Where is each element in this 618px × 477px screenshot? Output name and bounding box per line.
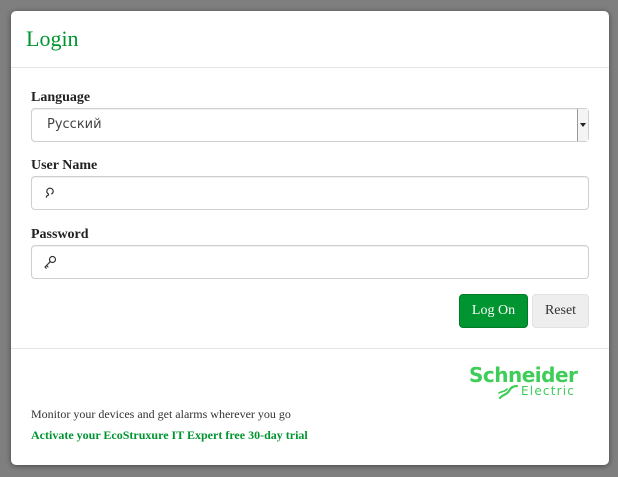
username-label: User Name — [31, 158, 98, 173]
password-field[interactable] — [31, 245, 589, 279]
trial-activation-link[interactable]: Activate your EcoStruxure IT Expert free… — [31, 428, 308, 442]
dialog-header: Login — [11, 11, 609, 68]
language-select[interactable]: Русский — [31, 108, 589, 142]
logo-subtext: Electric — [521, 384, 576, 398]
dialog-footer: Schneider Electric Monitor your devices … — [11, 349, 609, 464]
key-icon — [42, 254, 58, 270]
language-label: Language — [31, 90, 91, 105]
login-dialog: Login Language Русский User Name Passwor… — [11, 11, 609, 465]
language-selected-value: Русский — [47, 117, 102, 132]
username-field[interactable] — [31, 176, 589, 210]
schneider-electric-logo: Schneider Electric — [469, 364, 587, 400]
login-form: Language Русский User Name Password Log … — [11, 68, 609, 349]
user-icon — [42, 185, 58, 201]
log-on-button[interactable]: Log On — [459, 294, 528, 328]
chevron-down-icon[interactable] — [577, 109, 588, 141]
reset-button[interactable]: Reset — [532, 294, 589, 328]
password-label: Password — [31, 227, 89, 242]
dialog-title: Login — [26, 26, 79, 51]
logo-wordmark: Schneider — [469, 363, 578, 387]
logo-mark-icon — [497, 384, 519, 400]
footer-tagline: Monitor your devices and get alarms wher… — [31, 407, 291, 421]
